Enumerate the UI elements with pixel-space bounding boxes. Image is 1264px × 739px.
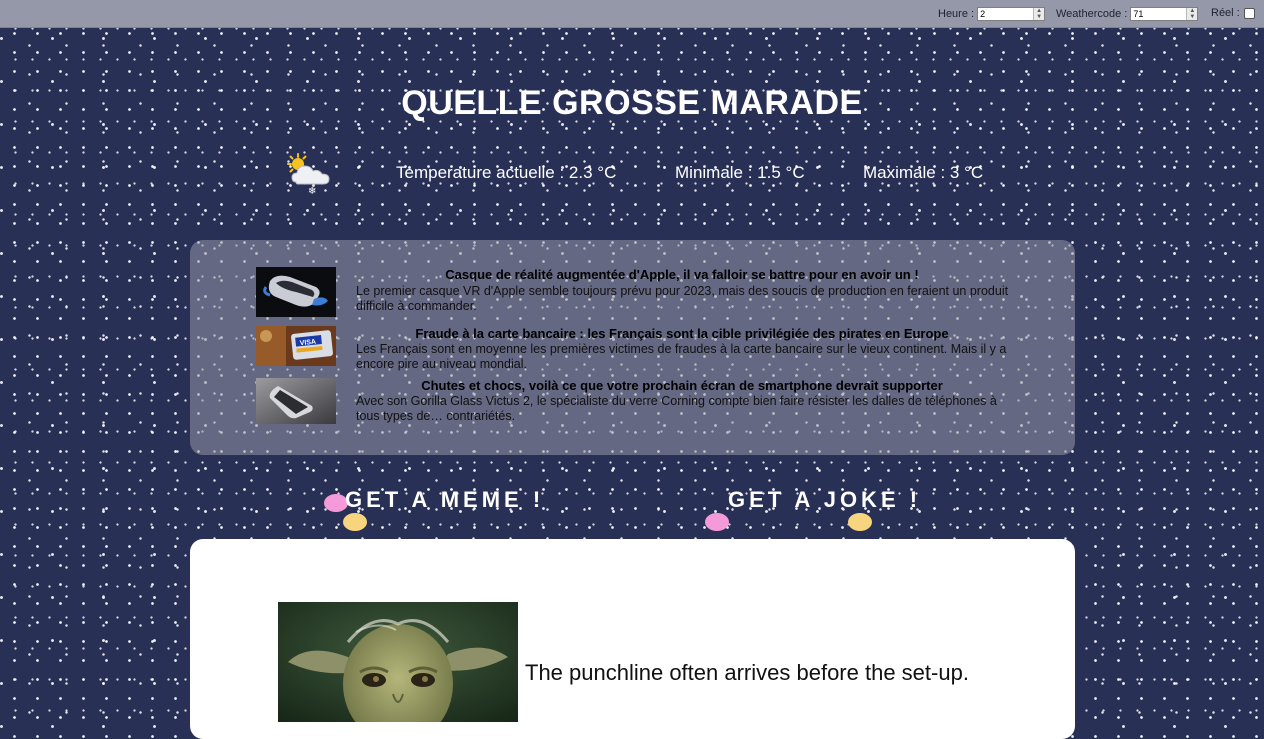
- meme-card: The punchline often arrives before the s…: [190, 539, 1075, 739]
- smartphone-thumbnail: [256, 378, 336, 424]
- news-description: Le premier casque VR d'Apple semble touj…: [356, 284, 1009, 313]
- min-temperature: Minimale : 1.5 °C: [675, 163, 805, 182]
- weathercode-input[interactable]: 71 ▲ ▼: [1130, 7, 1199, 21]
- get-joke-button[interactable]: GET A JOKE !: [728, 487, 921, 513]
- max-temperature: Maximale : 3 °C: [863, 163, 984, 182]
- page-title: QUELLE GROSSE MARADE: [401, 84, 863, 122]
- weathercode-spinner[interactable]: ▲ ▼: [1186, 8, 1198, 20]
- real-checkbox[interactable]: [1243, 7, 1255, 19]
- svg-text:❄: ❄: [308, 186, 316, 196]
- hour-spinner[interactable]: ▲ ▼: [1033, 8, 1045, 20]
- news-description: Les Français sont en moyenne les premièr…: [356, 342, 1007, 371]
- hour-value: 2: [980, 9, 986, 19]
- weathercode-value: 71: [1133, 9, 1144, 19]
- news-description: Avec son Gorilla Glass Victus 2, le spéc…: [356, 394, 997, 423]
- yoda-meme-image: [278, 602, 518, 722]
- get-meme-button[interactable]: GET A MEME !: [345, 487, 544, 513]
- control-bar: Heure : 2 ▲ ▼ Weathercode : 71 ▲ ▼ Réel :: [0, 0, 1264, 28]
- weathercode-control: Weathercode : 71 ▲ ▼: [1056, 7, 1199, 21]
- current-temperature: Temperature actuelle : 2.3 °C: [396, 163, 617, 182]
- hour-label: Heure :: [938, 8, 975, 20]
- news-panel: Casque de réalité augmentée d'Apple, il …: [190, 240, 1075, 455]
- news-title[interactable]: Fraude à la carte bancaire : les Françai…: [356, 326, 1008, 341]
- visa-card-thumbnail: VISA: [256, 326, 336, 366]
- partly-cloudy-snow-icon: ❄: [284, 152, 334, 197]
- yellow-blob-decoration: [343, 513, 367, 531]
- pink-blob-decoration: [705, 513, 729, 531]
- real-control: Réel :: [1211, 7, 1255, 19]
- real-label: Réel :: [1211, 7, 1240, 19]
- news-title[interactable]: Casque de réalité augmentée d'Apple, il …: [356, 267, 1008, 282]
- meme-caption: The punchline often arrives before the s…: [525, 660, 969, 685]
- yellow-blob-decoration: [848, 513, 872, 531]
- news-title[interactable]: Chutes et chocs, voilà ce que votre proc…: [356, 378, 1008, 393]
- vr-headset-thumbnail: [256, 267, 336, 317]
- hour-control: Heure : 2 ▲ ▼: [938, 7, 1046, 21]
- weathercode-label: Weathercode :: [1056, 8, 1128, 20]
- hour-input[interactable]: 2 ▲ ▼: [977, 7, 1046, 21]
